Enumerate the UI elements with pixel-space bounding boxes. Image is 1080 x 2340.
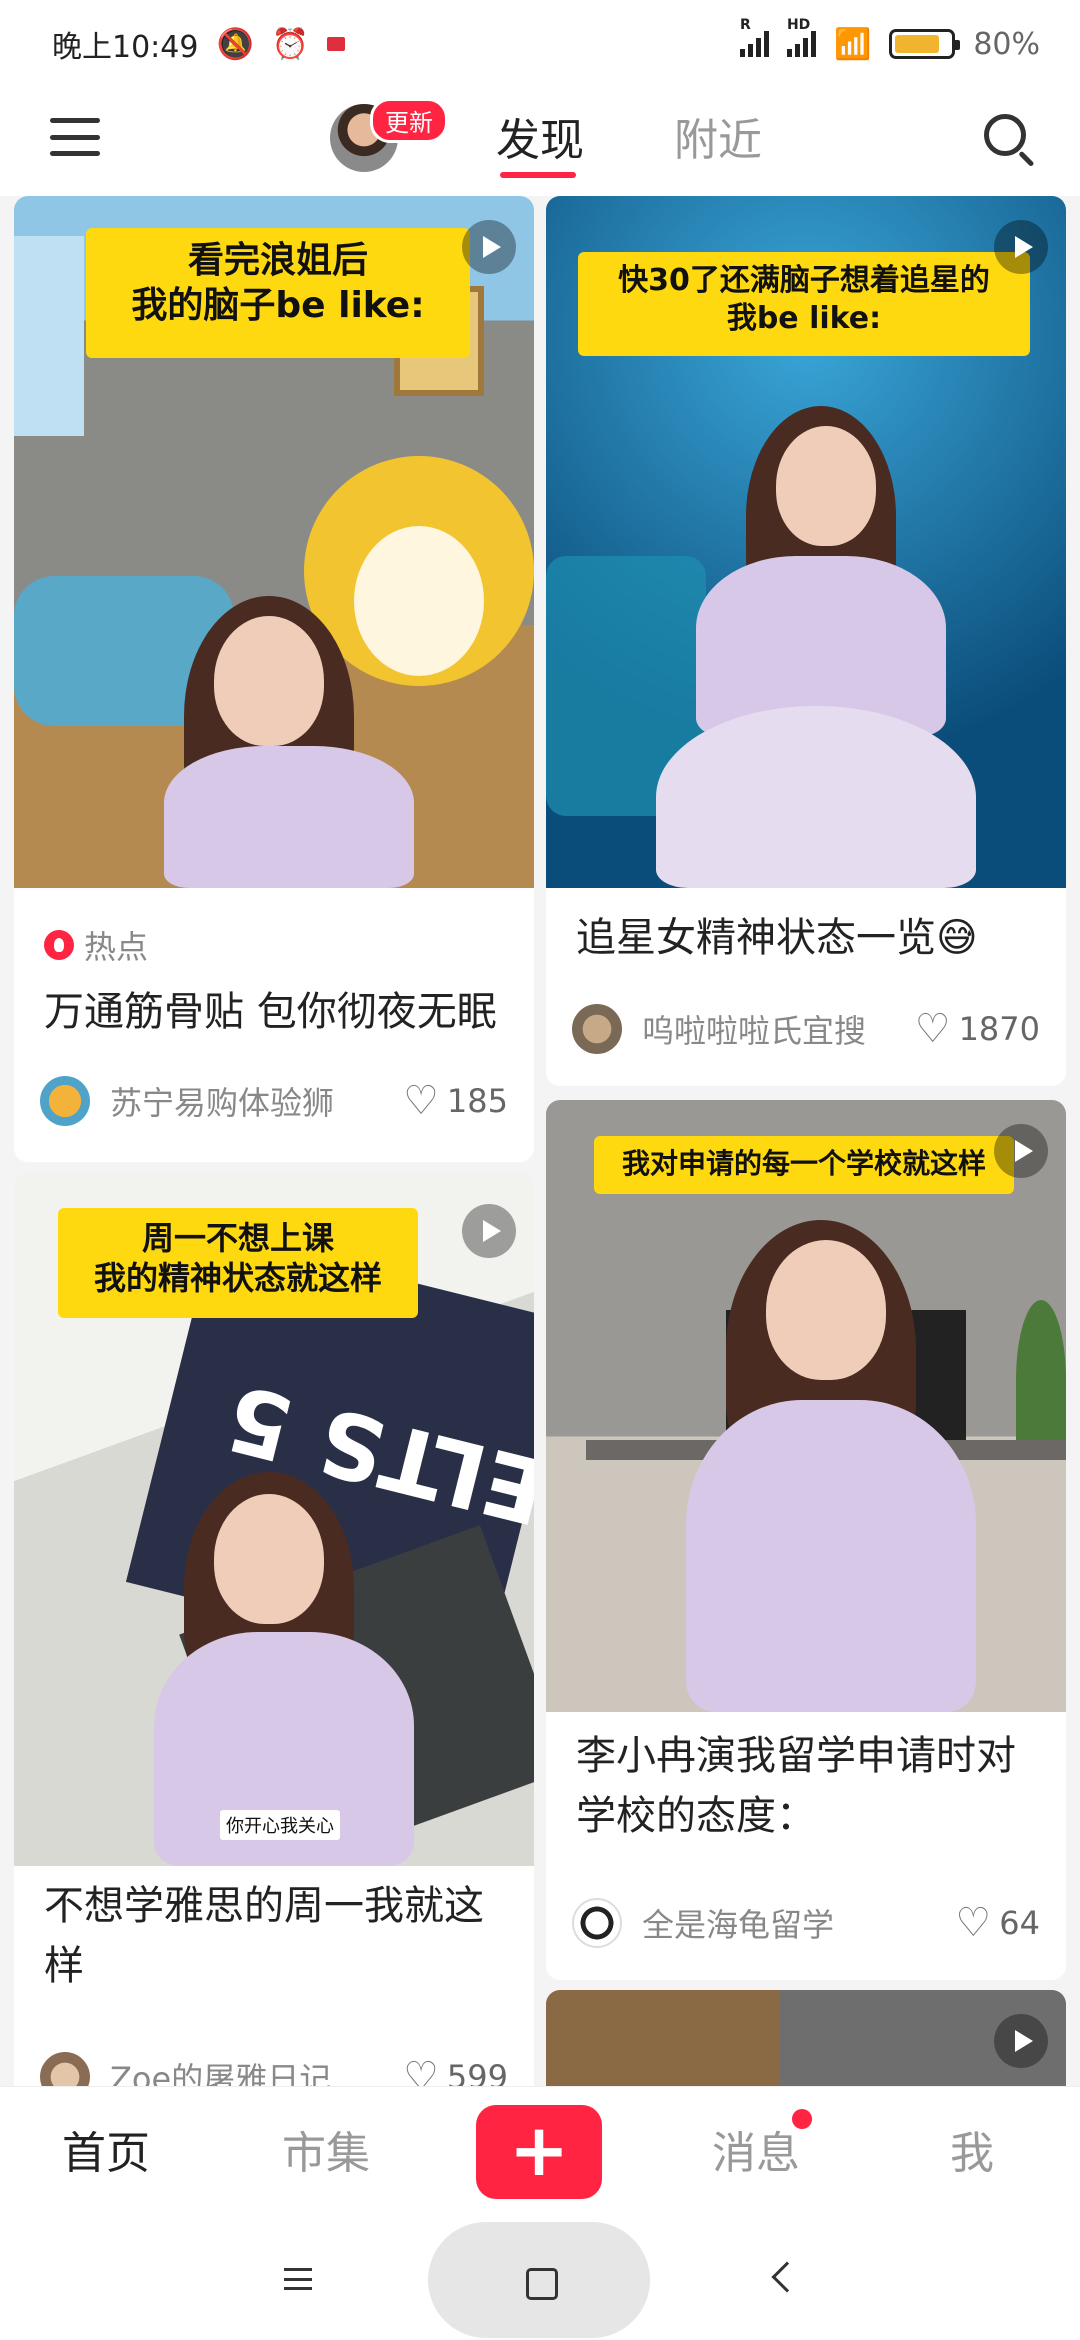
add-post-button[interactable]: + xyxy=(476,2105,602,2199)
author-name[interactable]: 全是海龟留学 xyxy=(642,1900,955,1946)
plant xyxy=(1016,1300,1066,1460)
play-icon xyxy=(462,220,516,274)
heart-icon: ♡ xyxy=(403,1078,439,1124)
status-bar: 晚上10:49 🔕 ⏰ R HD 📶 80% xyxy=(0,0,1080,88)
nav-messages[interactable]: 消息 xyxy=(712,2117,800,2181)
video-thumbnail[interactable]: 快30了还满脑子想着追星的 我be like: xyxy=(546,196,1066,888)
nav-home[interactable]: 首页 xyxy=(62,2117,150,2181)
top-nav: 更新 发现 附近 xyxy=(0,88,1080,196)
card-author-row: 呜啦啦啦氏宜搜 ♡ 1870 xyxy=(572,1004,1040,1054)
back-icon[interactable] xyxy=(771,2261,803,2293)
video-caption: 周一不想上课 我的精神状态就这样 xyxy=(58,1208,418,1318)
status-time: 晚上10:49 xyxy=(52,30,199,65)
message-notification-dot xyxy=(792,2109,812,2129)
alarm-icon: ⏰ xyxy=(271,26,310,62)
mute-icon: 🔕 xyxy=(216,26,254,62)
hot-tag-label: 热点 xyxy=(84,928,149,966)
like-count: 1870 xyxy=(958,1010,1040,1048)
woman-figure xyxy=(656,406,976,888)
woman-figure xyxy=(164,596,424,888)
battery-percent: 80% xyxy=(973,26,1040,62)
like-count: 185 xyxy=(446,1082,508,1120)
video-thumbnail[interactable]: IELTS 5 你开心我关心 周一不想上课 我的精神状态就这样 xyxy=(14,1172,534,1866)
heart-icon: ♡ xyxy=(914,1006,951,1052)
play-icon xyxy=(462,1204,516,1258)
feed-card[interactable] xyxy=(546,1990,1066,2086)
heart-icon: ♡ xyxy=(403,2054,439,2086)
like-button[interactable]: ♡ 185 xyxy=(403,1081,508,1121)
video-sticker: 你开心我关心 xyxy=(220,1810,340,1840)
like-button[interactable]: ♡ 64 xyxy=(955,1903,1040,1943)
tab-nearby[interactable]: 附近 xyxy=(674,104,762,168)
card-title[interactable]: 万通筋骨贴 包你彻夜无眠 xyxy=(44,982,504,1042)
menu-icon[interactable] xyxy=(50,114,100,160)
author-avatar[interactable] xyxy=(572,1898,622,1948)
nav-me[interactable]: 我 xyxy=(950,2117,994,2181)
update-badge: 更新 xyxy=(370,98,448,143)
cell-signal-icon: R xyxy=(739,17,769,57)
video-thumbnail[interactable]: 看完浪姐后 我的脑子be like: xyxy=(14,196,534,888)
following-avatar[interactable]: 更新 xyxy=(330,98,448,172)
author-name[interactable]: 呜啦啦啦氏宜搜 xyxy=(642,1006,915,1052)
battery-icon xyxy=(889,29,961,59)
tab-discover[interactable]: 发现 xyxy=(496,104,584,168)
play-icon xyxy=(994,1124,1048,1178)
woman-figure xyxy=(154,1472,414,1866)
heart-icon: ♡ xyxy=(955,1900,992,1946)
card-author-row: 苏宁易购体验狮 ♡ 185 xyxy=(40,1076,508,1126)
like-count: 599 xyxy=(446,2058,508,2086)
home-button-icon[interactable] xyxy=(428,2222,650,2338)
recent-apps-icon[interactable] xyxy=(284,2268,312,2290)
wifi-icon: 📶 xyxy=(833,26,872,62)
author-avatar[interactable] xyxy=(40,1076,90,1126)
search-icon[interactable] xyxy=(980,110,1036,167)
like-button[interactable]: ♡ 599 xyxy=(403,2057,508,2086)
card-author-row: Zoe的屠雅日记... ♡ 599 xyxy=(40,2052,508,2086)
app-notification-icon xyxy=(327,37,346,51)
play-icon xyxy=(994,2014,1048,2068)
video-caption: 快30了还满脑子想着追星的 我be like: xyxy=(578,252,1030,356)
card-author-row: 全是海龟留学 ♡ 64 xyxy=(572,1898,1040,1948)
video-caption: 我对申请的每一个学校就这样 xyxy=(594,1136,1014,1194)
card-title[interactable]: 李小冉演我留学申请时对学校的态度： xyxy=(576,1726,1036,1846)
feed-card[interactable]: 看完浪姐后 我的脑子be like: 热点 万通筋骨贴 包你彻夜无眠 苏宁易购体… xyxy=(14,196,534,1162)
like-count: 64 xyxy=(999,1904,1040,1942)
play-icon xyxy=(994,220,1048,274)
author-avatar[interactable] xyxy=(40,2052,90,2086)
active-tab-indicator xyxy=(500,172,576,178)
video-thumbnail[interactable]: 我对申请的每一个学校就这样 xyxy=(546,1100,1066,1712)
feed-card[interactable]: 我对申请的每一个学校就这样 李小冉演我留学申请时对学校的态度： 全是海龟留学 ♡… xyxy=(546,1100,1066,1980)
feed-card[interactable]: IELTS 5 你开心我关心 周一不想上课 我的精神状态就这样 不想学雅思的周一… xyxy=(14,1172,534,2086)
author-name[interactable]: Zoe的屠雅日记... xyxy=(110,2054,403,2086)
author-name[interactable]: 苏宁易购体验狮 xyxy=(110,1078,403,1124)
feed: 看完浪姐后 我的脑子be like: 热点 万通筋骨贴 包你彻夜无眠 苏宁易购体… xyxy=(0,196,1080,2086)
system-nav-bar xyxy=(0,2216,1080,2340)
cell-signal-hd-icon: HD xyxy=(786,17,816,57)
fire-icon xyxy=(44,930,74,960)
window-shape xyxy=(14,236,84,436)
nav-market[interactable]: 市集 xyxy=(282,2117,370,2181)
author-avatar[interactable] xyxy=(572,1004,622,1054)
woman-figure xyxy=(686,1220,976,1712)
card-title[interactable]: 追星女精神状态一览😅 xyxy=(576,908,1036,968)
card-title[interactable]: 不想学雅思的周一我就这样 xyxy=(44,1876,504,1996)
bottom-nav: 首页 市集 + 消息 我 xyxy=(0,2086,1080,2216)
like-button[interactable]: ♡ 1870 xyxy=(915,1009,1040,1049)
video-thumbnail[interactable] xyxy=(546,1990,1066,2086)
hot-tag: 热点 xyxy=(44,922,148,968)
video-caption: 看完浪姐后 我的脑子be like: xyxy=(86,228,470,358)
feed-card[interactable]: 快30了还满脑子想着追星的 我be like: 追星女精神状态一览😅 呜啦啦啦氏… xyxy=(546,196,1066,1086)
